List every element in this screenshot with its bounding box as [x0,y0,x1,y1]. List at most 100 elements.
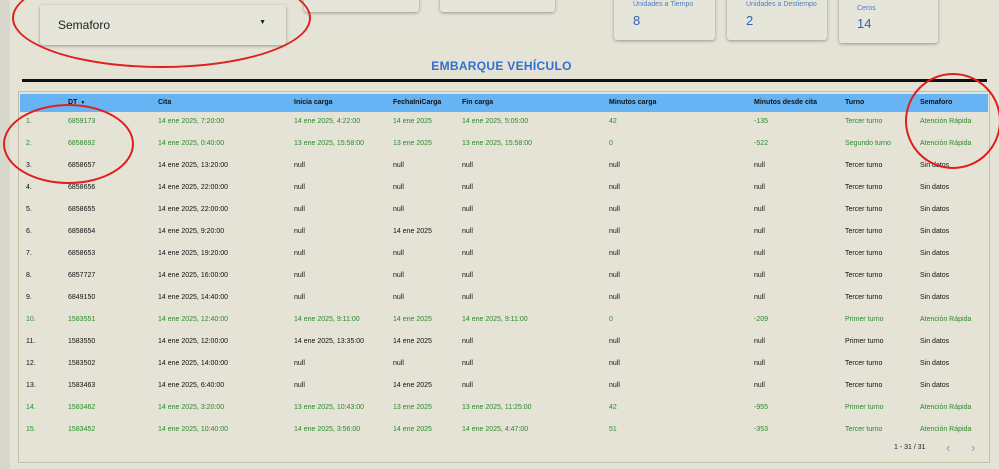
cell-dt: 6857727 [68,272,96,279]
table-row[interactable]: 5. 6858655 14 ene 2025, 22:00:00 null nu… [20,200,988,222]
column-header-minutos-carga[interactable]: Minutos carga [609,99,656,106]
table-row[interactable]: 14. 1583462 14 ene 2025, 3:20:00 13 ene … [20,398,988,420]
cell-turno: Tercer turno [845,162,883,169]
table-row[interactable]: 11. 1583550 14 ene 2025, 12:00:00 14 ene… [20,332,988,354]
cell-semaforo: Sin datos [920,162,950,169]
cell-semaforo: Sin datos [920,338,950,345]
cell-inicia-carga: null [294,272,305,279]
cell-fechainicarga: null [393,294,404,301]
cell-minutos-carga: null [609,294,620,301]
cell-fechainicarga: 14 ene 2025 [393,228,432,235]
row-index: 13. [26,382,36,389]
cell-semaforo: Sin datos [920,360,950,367]
cell-cita: 14 ene 2025, 9:20:00 [158,228,225,235]
cell-fechainicarga: 13 ene 2025 [393,404,432,411]
cell-turno: Tercer turno [845,426,883,433]
table-row[interactable]: 7. 6858653 14 ene 2025, 19:20:00 null nu… [20,244,988,266]
column-header-semaforo[interactable]: Semaforo [920,99,952,106]
cell-dt: 6858654 [68,228,96,235]
cell-turno: Tercer turno [845,118,883,125]
cell-inicia-carga: 14 ene 2025, 9:11:00 [294,316,360,323]
cell-minutos-desde-cita: null [754,272,765,279]
kpi-value: 2 [746,13,754,28]
cell-cita: 14 ene 2025, 22:00:00 [158,206,229,213]
column-header-fechainicarga[interactable]: FechaIniCarga [393,99,441,106]
cell-minutos-desde-cita: null [754,184,765,191]
top-control-card-1[interactable] [304,0,419,12]
chevron-down-icon[interactable]: ▼ [259,19,266,26]
kpi-value: 8 [633,13,641,28]
table-row[interactable]: 13. 1583463 14 ene 2025, 6:40:00 null 14… [20,376,988,398]
cell-dt: 1583462 [68,404,96,411]
table-row[interactable]: 9. 6849150 14 ene 2025, 14:40:00 null nu… [20,288,988,310]
cell-fin-carga: 14 ene 2025, 4:47:00 [462,426,529,433]
top-control-card-2[interactable] [440,0,555,12]
table-body: 1. 6859173 14 ene 2025, 7:20:00 14 ene 2… [20,112,988,442]
table-row[interactable]: 2. 6858692 14 ene 2025, 0:40:00 13 ene 2… [20,134,988,156]
table-row[interactable]: 15. 1583452 14 ene 2025, 10:40:00 14 ene… [20,420,988,442]
cell-minutos-carga: null [609,228,620,235]
cell-dt: 6859173 [68,118,96,125]
table-row[interactable]: 6. 6858654 14 ene 2025, 9:20:00 null 14 … [20,222,988,244]
cell-inicia-carga: 14 ene 2025, 13:35:00 [294,338,365,345]
row-index: 9. [26,294,32,301]
cell-fin-carga: 14 ene 2025, 5:05:00 [462,118,529,125]
semaforo-filter-dropdown[interactable]: Semaforo ▼ [40,5,286,45]
cell-cita: 14 ene 2025, 7:20:00 [158,118,225,125]
table-row[interactable]: 12. 1583502 14 ene 2025, 14:00:00 null n… [20,354,988,376]
table-row[interactable]: 10. 1583551 14 ene 2025, 12:40:00 14 ene… [20,310,988,332]
cell-minutos-carga: 0 [609,140,613,147]
cell-cita: 14 ene 2025, 16:00:00 [158,272,229,279]
cell-dt: 1583463 [68,382,96,389]
cell-cita: 14 ene 2025, 3:20:00 [158,404,225,411]
cell-cita: 14 ene 2025, 0:40:00 [158,140,225,147]
cell-minutos-carga: null [609,382,620,389]
cell-dt: 1583452 [68,426,96,433]
cell-inicia-carga: null [294,162,305,169]
column-header-minutos-desde-cita[interactable]: Minutos desde cita [754,99,817,106]
cell-turno: Tercer turno [845,206,883,213]
chevron-left-icon[interactable]: ‹ [946,440,950,455]
cell-inicia-carga: null [294,250,305,257]
cell-fin-carga: null [462,184,473,191]
column-header-dt[interactable]: DT ▼ [68,99,85,106]
table-row[interactable]: 1. 6859173 14 ene 2025, 7:20:00 14 ene 2… [20,112,988,134]
cell-inicia-carga: 13 ene 2025, 15:58:00 [294,140,365,147]
cell-minutos-desde-cita: null [754,250,765,257]
cell-dt: 6858656 [68,184,96,191]
cell-minutos-desde-cita: null [754,360,765,367]
column-header-turno[interactable]: Turno [845,99,864,106]
cell-fechainicarga: null [393,272,404,279]
cell-fechainicarga: 14 ene 2025 [393,338,432,345]
table-row[interactable]: 3. 6858657 14 ene 2025, 13:20:00 null nu… [20,156,988,178]
kpi-card-unidades-a-destiempo: Unidades a Destiempo 2 [727,0,827,40]
section-title: EMBARQUE VEHÍCULO [431,59,572,73]
cell-fechainicarga: 14 ene 2025 [393,382,432,389]
cell-fechainicarga: null [393,250,404,257]
cell-minutos-desde-cita: -955 [754,404,769,411]
cell-minutos-carga: null [609,360,620,367]
row-index: 11. [26,338,36,345]
column-header-fin-carga[interactable]: Fin carga [462,99,493,106]
kpi-value: 14 [857,16,872,31]
row-index: 5. [26,206,32,213]
cell-cita: 14 ene 2025, 13:20:00 [158,162,229,169]
table-row[interactable]: 4. 6858656 14 ene 2025, 22:00:00 null nu… [20,178,988,200]
chevron-right-icon[interactable]: › [971,440,975,455]
cell-minutos-desde-cita: null [754,382,765,389]
cell-minutos-desde-cita: -353 [754,426,769,433]
cell-fin-carga: null [462,162,473,169]
kpi-label: Unidades a Tiempo [633,1,694,8]
cell-fin-carga: null [462,338,473,345]
cell-fin-carga: null [462,250,473,257]
cell-cita: 14 ene 2025, 14:00:00 [158,360,229,367]
column-header-cita[interactable]: Cita [158,99,171,106]
sort-desc-icon[interactable]: ▼ [80,100,85,106]
cell-minutos-carga: 42 [609,118,617,125]
column-header-inicia-carga[interactable]: Inicia carga [294,99,333,106]
cell-minutos-carga: null [609,272,620,279]
cell-inicia-carga: 14 ene 2025, 4:22:00 [294,118,361,125]
cell-cita: 14 ene 2025, 12:00:00 [158,338,229,345]
table-row[interactable]: 8. 6857727 14 ene 2025, 16:00:00 null nu… [20,266,988,288]
cell-fechainicarga: null [393,360,404,367]
